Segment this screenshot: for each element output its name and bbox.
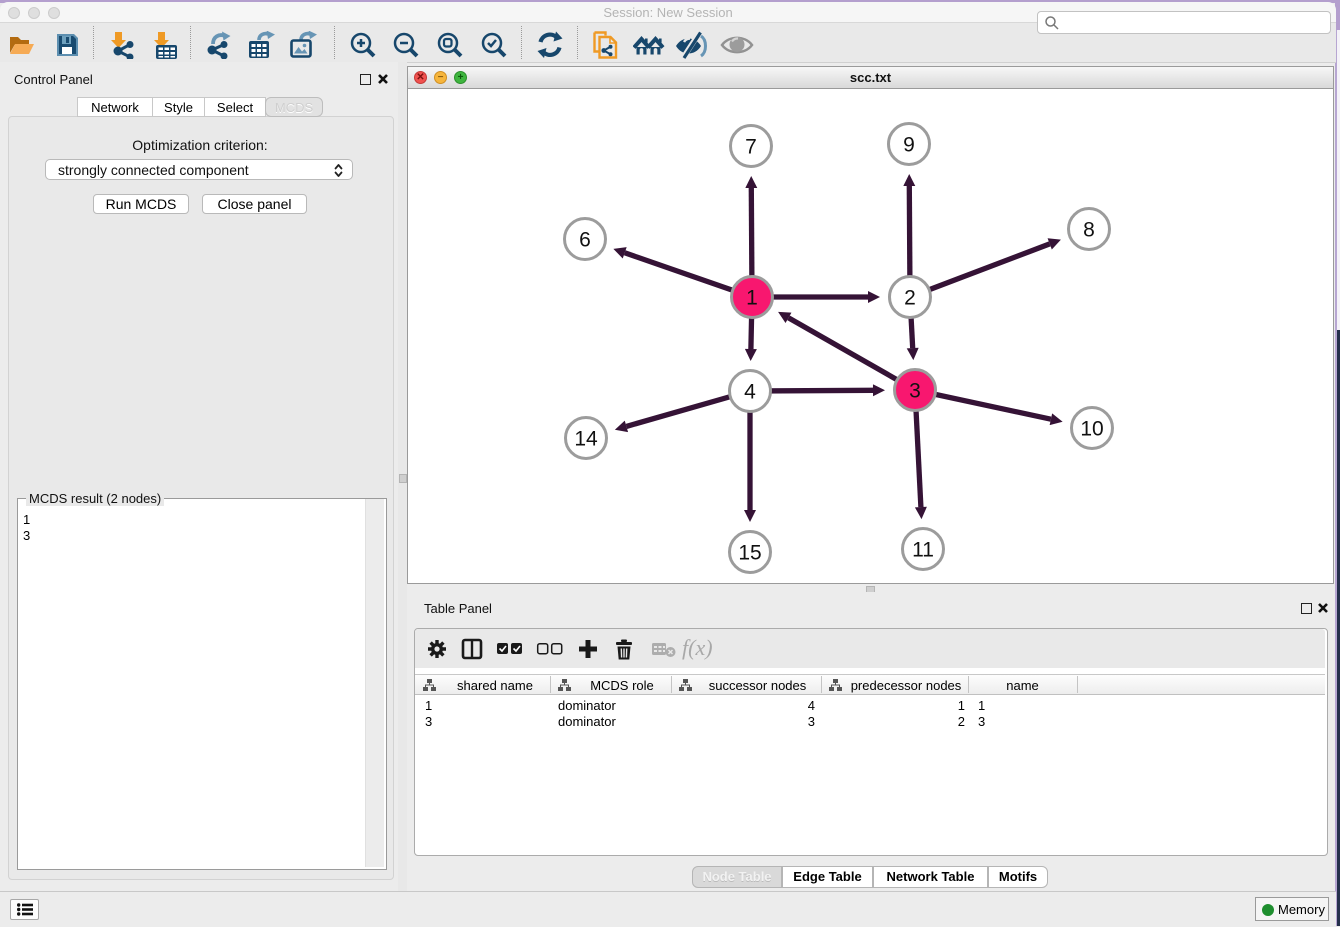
svg-text:8: 8 (1083, 219, 1095, 242)
svg-text:4: 4 (744, 381, 756, 404)
svg-text:6: 6 (579, 229, 591, 252)
svg-text:14: 14 (574, 428, 598, 451)
svg-text:15: 15 (738, 542, 761, 565)
svg-text:11: 11 (912, 539, 934, 562)
svg-text:2: 2 (904, 287, 916, 310)
svg-text:7: 7 (745, 136, 757, 159)
svg-text:1: 1 (746, 287, 758, 310)
svg-text:9: 9 (903, 134, 915, 157)
svg-text:10: 10 (1080, 418, 1103, 441)
svg-text:3: 3 (909, 380, 921, 403)
